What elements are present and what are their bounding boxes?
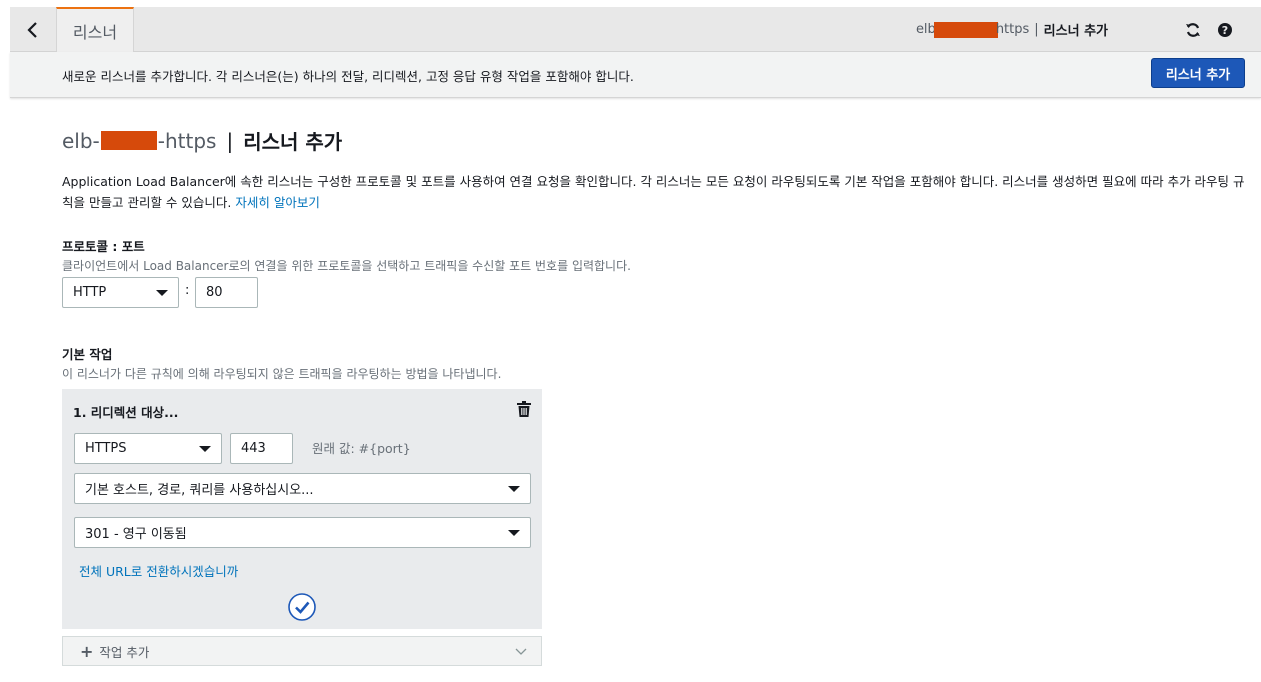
help-button[interactable]: ? <box>1213 7 1237 52</box>
top-bar: 리스너 elb https | 리스너 추가 ? <box>10 7 1261 52</box>
redaction-block <box>100 131 157 150</box>
redirect-port-input[interactable] <box>230 433 293 464</box>
title-prefix: elb- <box>62 128 100 153</box>
redirect-protocol-value: HTTPS <box>85 441 127 456</box>
caret-down-icon <box>199 446 211 452</box>
caret-down-icon <box>156 290 168 296</box>
confirm-action-button[interactable] <box>287 592 317 626</box>
host-path-query-select[interactable]: 기본 호스트, 경로, 쿼리를 사용하십시오... <box>74 473 531 504</box>
page-title: elb- -https | 리스너 추가 <box>62 126 342 155</box>
svg-text:?: ? <box>1222 24 1228 37</box>
back-button[interactable] <box>10 7 55 52</box>
switch-full-url-link[interactable]: 전체 URL로 전환하시겠습니까 <box>79 561 238 580</box>
colon-separator: : <box>185 283 190 298</box>
chevron-down-icon <box>515 648 527 655</box>
refresh-icon <box>1186 22 1200 37</box>
learn-more-link[interactable]: 자세히 알아보기 <box>235 195 319 210</box>
status-code-value: 301 - 영구 이동됨 <box>85 527 187 542</box>
refresh-button[interactable] <box>1181 7 1205 52</box>
tab-label: 리스너 <box>72 22 118 42</box>
protocol-value: HTTP <box>73 285 107 300</box>
help-icon: ? <box>1218 22 1232 37</box>
status-code-select[interactable]: 301 - 영구 이동됨 <box>74 517 531 548</box>
default-action-help: 이 리스너가 다른 규칙에 의해 라우팅되지 않은 트래픽을 라우팅하는 방법을… <box>62 367 502 381</box>
title-suffix: -https <box>157 128 217 153</box>
redaction-block <box>933 21 998 38</box>
title-page: 리스너 추가 <box>243 130 343 154</box>
redirect-action-panel: 1. 리디렉션 대상... HTTPS 원래 값: #{port} 기본 호스트… <box>62 389 542 629</box>
protocol-select[interactable]: HTTP <box>62 277 179 308</box>
protocol-port-label: 프로토콜 : 포트 <box>62 239 145 254</box>
crumb-page: 리스너 추가 <box>1043 24 1108 39</box>
trash-icon <box>517 401 531 417</box>
breadcrumb: elb https | 리스너 추가 <box>916 7 1108 52</box>
crumb-suffix: https <box>995 22 1030 37</box>
add-listener-button[interactable]: 리스너 추가 <box>1151 58 1245 88</box>
info-message: 새로운 리스너를 추가합니다. 각 리스너은(는) 하나의 전달, 리디렉션, … <box>62 69 634 84</box>
delete-action-button[interactable] <box>517 401 531 421</box>
caret-down-icon <box>508 530 520 536</box>
caret-down-icon <box>508 486 520 492</box>
chevron-left-icon <box>26 21 37 38</box>
original-value-hint: 원래 값: #{port} <box>312 441 411 456</box>
plus-icon: + <box>80 641 94 661</box>
add-action-button[interactable]: + 작업 추가 <box>62 636 542 666</box>
tab-listeners[interactable]: 리스너 <box>56 7 134 52</box>
page-description: Application Load Balancer에 속한 리스너는 구성한 프… <box>62 171 1247 213</box>
default-action-label: 기본 작업 <box>62 347 113 362</box>
host-path-query-value: 기본 호스트, 경로, 쿼리를 사용하십시오... <box>85 483 314 498</box>
add-action-label: 작업 추가 <box>99 644 150 660</box>
info-bar: 새로운 리스너를 추가합니다. 각 리스너은(는) 하나의 전달, 리디렉션, … <box>10 52 1261 98</box>
crumb-separator: | <box>1034 22 1039 37</box>
check-circle-icon <box>288 593 316 621</box>
port-input[interactable] <box>195 277 258 308</box>
title-separator: | <box>226 128 234 153</box>
protocol-port-help: 클라이언트에서 Load Balancer로의 연결을 위한 프로토콜을 선택하… <box>62 259 631 273</box>
redirect-protocol-select[interactable]: HTTPS <box>74 433 222 464</box>
action-title: 1. 리디렉션 대상... <box>73 405 179 420</box>
